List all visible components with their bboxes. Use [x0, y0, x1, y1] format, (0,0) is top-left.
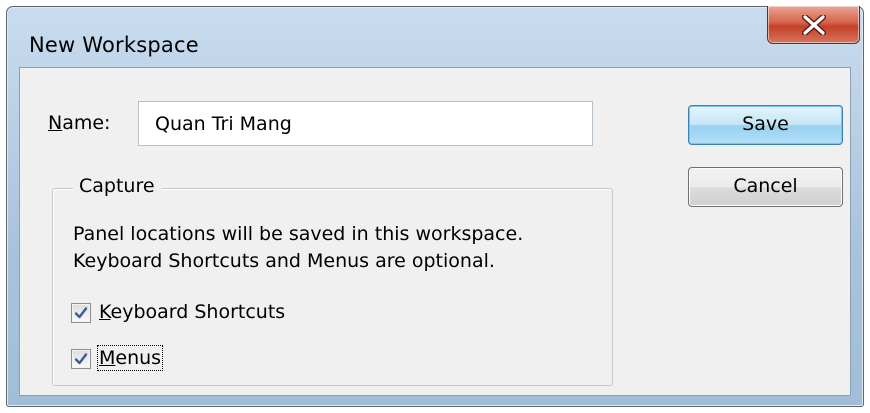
new-workspace-dialog: New Workspace Name: Save Cancel Capture …: [6, 6, 864, 407]
checkmark-icon: [74, 353, 88, 365]
capture-group: Capture Panel locations will be saved in…: [52, 175, 613, 386]
keyboard-shortcuts-label: Keyboard Shortcuts: [99, 301, 285, 323]
keyboard-shortcuts-mnemonic: K: [99, 301, 111, 323]
menus-mnemonic: M: [99, 347, 116, 369]
menus-checkbox[interactable]: [71, 349, 91, 369]
name-label: Name:: [48, 112, 110, 134]
capture-description-line-1: Panel locations will be saved in this wo…: [73, 223, 524, 245]
checkmark-icon: [74, 307, 88, 319]
close-x-icon: [802, 15, 826, 35]
cancel-button[interactable]: Cancel: [688, 167, 843, 207]
name-input[interactable]: [138, 101, 593, 146]
name-label-text: ame:: [62, 112, 111, 134]
dialog-content: Name: Save Cancel Capture Panel location…: [19, 67, 851, 396]
title-bar[interactable]: New Workspace: [7, 6, 863, 67]
capture-description-line-2: Keyboard Shortcuts and Menus are optiona…: [73, 250, 495, 272]
keyboard-shortcuts-text: eyboard Shortcuts: [110, 301, 286, 323]
close-button[interactable]: [767, 6, 860, 44]
capture-legend: Capture: [73, 175, 161, 197]
menus-label: Menus: [96, 345, 164, 371]
name-label-mnemonic: N: [48, 112, 63, 134]
dialog-title: New Workspace: [29, 33, 199, 57]
menus-text: enus: [115, 347, 162, 369]
keyboard-shortcuts-checkbox[interactable]: [71, 303, 91, 323]
save-button[interactable]: Save: [688, 105, 843, 145]
